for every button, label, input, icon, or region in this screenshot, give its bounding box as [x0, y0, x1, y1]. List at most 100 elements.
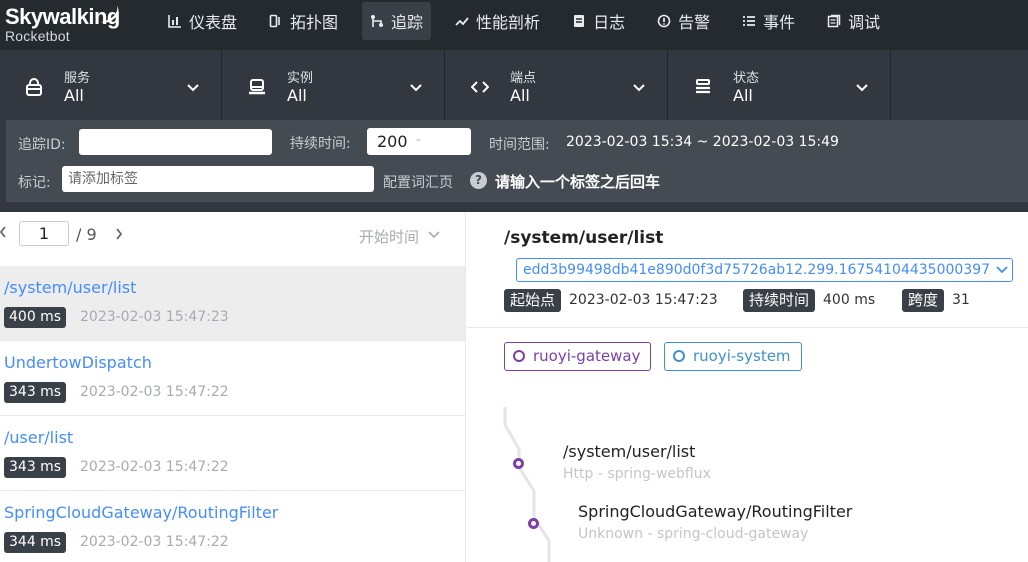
- service-color-ring-icon: [513, 350, 525, 362]
- nav-alarm-label: 告警: [678, 13, 711, 32]
- laptop-icon: [249, 79, 265, 95]
- start-time-value: 2023-02-03 15:47:23: [569, 292, 718, 308]
- pagination: 1 / 9 开始时间: [0, 212, 465, 256]
- nav-trace-label: 追踪: [391, 13, 424, 32]
- span-node-icon: [513, 458, 524, 469]
- nav-topology-label: 拓扑图: [290, 13, 339, 32]
- span-component: Http - spring-webflux: [563, 466, 711, 482]
- tags-input[interactable]: [62, 166, 374, 192]
- instance-filter-value: All: [287, 86, 307, 105]
- start-time-meta: 起始点 2023-02-03 15:47:23: [504, 289, 718, 312]
- trace-tree-connector: [503, 407, 551, 562]
- config-vocabulary-link[interactable]: 配置词汇页: [383, 172, 453, 192]
- alarm-icon: [657, 14, 671, 28]
- profile-icon: [455, 14, 469, 28]
- trace-time: 2023-02-03 15:47:22: [80, 534, 229, 550]
- trace-list-item[interactable]: /system/user/list 400 ms 2023-02-03 15:4…: [0, 266, 465, 341]
- service-filter-value: All: [64, 86, 84, 105]
- endpoint-filter[interactable]: 端点 All: [446, 50, 668, 120]
- service-name: ruoyi-gateway: [533, 347, 641, 365]
- chevron-down-icon: [633, 84, 645, 92]
- tag-hint: 请输入一个标签之后回车: [495, 173, 661, 191]
- logo-swoosh-icon: [101, 6, 119, 23]
- debug-icon: [827, 14, 841, 28]
- trace-name: UndertowDispatch: [4, 353, 152, 372]
- trace-list-item[interactable]: UndertowDispatch 343 ms 2023-02-03 15:47…: [0, 341, 465, 416]
- status-filter-value: All: [733, 86, 753, 105]
- span-name[interactable]: /system/user/list: [563, 442, 695, 461]
- trace-detail-panel: /system/user/list edd3b99498db41e890d0f3…: [467, 212, 1028, 562]
- duration-range-input[interactable]: 200 -: [367, 128, 471, 155]
- trace-duration-badge: 400 ms: [4, 307, 67, 328]
- nav-alarm[interactable]: 告警: [649, 2, 718, 40]
- service-toggle-ruoyi-system[interactable]: ruoyi-system: [664, 342, 802, 371]
- chevron-down-icon: [410, 84, 422, 92]
- service-name: ruoyi-system: [693, 347, 791, 365]
- trace-id-label: 追踪ID:: [18, 137, 66, 153]
- status-filter[interactable]: 状态 All: [669, 50, 891, 120]
- trace-name: SpringCloudGateway/RoutingFilter: [4, 503, 279, 522]
- log-icon: [572, 14, 586, 28]
- instance-filter[interactable]: 实例 All: [223, 50, 445, 120]
- chevron-down-icon: [187, 84, 199, 92]
- trace-list-item[interactable]: /user/list 343 ms 2023-02-03 15:47:22: [0, 416, 465, 491]
- nav-debug-label: 调试: [848, 13, 881, 32]
- logo-title: Skywalking: [5, 4, 120, 29]
- chevron-down-icon[interactable]: [428, 231, 440, 239]
- nav-dashboard[interactable]: 仪表盘: [160, 2, 245, 40]
- nav-event[interactable]: 事件: [734, 2, 803, 40]
- nav-log[interactable]: 日志: [564, 2, 633, 40]
- tags-label: 标记:: [18, 175, 51, 191]
- nav-topology[interactable]: 拓扑图: [261, 2, 346, 40]
- nav-profile[interactable]: 性能剖析: [447, 2, 548, 40]
- page-number-input[interactable]: 1: [19, 221, 69, 246]
- chevron-down-icon: [856, 84, 868, 92]
- chevron-right-icon[interactable]: [114, 227, 124, 241]
- nav-log-label: 日志: [593, 13, 626, 32]
- trace-time: 2023-02-03 15:47:22: [80, 384, 229, 400]
- trace-time: 2023-02-03 15:47:22: [80, 459, 229, 475]
- trace-duration-badge: 344 ms: [4, 532, 67, 553]
- sort-dropdown[interactable]: 开始时间: [359, 226, 419, 247]
- service-filter-label: 服务: [64, 71, 91, 86]
- logo-subtitle: Rocketbot: [5, 28, 70, 44]
- trace-duration-badge: 343 ms: [4, 457, 67, 478]
- topology-icon: [269, 14, 283, 28]
- span-name[interactable]: SpringCloudGateway/RoutingFilter: [578, 502, 852, 521]
- endpoint-filter-value: All: [510, 86, 530, 105]
- search-form: 追踪ID: 持续时间: 200 - 时间范围: 2023-02-03 15:34…: [6, 120, 1028, 202]
- trace-name: /user/list: [4, 428, 74, 447]
- span-count-label: 跨度: [902, 289, 945, 312]
- dashboard-icon: [168, 14, 182, 28]
- logo[interactable]: Skywalking Rocketbot: [5, 4, 145, 48]
- search-panel: 追踪ID: 持续时间: 200 - 时间范围: 2023-02-03 15:34…: [0, 120, 1028, 212]
- instance-filter-label: 实例: [287, 71, 314, 86]
- lock-icon: [26, 78, 42, 96]
- help-icon[interactable]: ?: [470, 172, 487, 189]
- nav-debug[interactable]: 调试: [819, 2, 888, 40]
- trace-list-panel: 1 / 9 开始时间 /system/user/list 400 ms 2023…: [0, 212, 466, 562]
- span-component: Unknown - spring-cloud-gateway: [578, 526, 809, 542]
- trace-time: 2023-02-03 15:47:23: [80, 309, 229, 325]
- service-filter[interactable]: 服务 All: [0, 50, 222, 120]
- time-range-value[interactable]: 2023-02-03 15:34 ~ 2023-02-03 15:49: [566, 134, 839, 150]
- service-toggle-ruoyi-gateway[interactable]: ruoyi-gateway: [504, 342, 652, 371]
- main-nav: 仪表盘 拓扑图 追踪 性能剖析 日志 告警 事件 调试: [160, 2, 904, 40]
- chevron-left-icon[interactable]: [0, 225, 8, 239]
- status-filter-label: 状态: [733, 71, 760, 86]
- nav-trace[interactable]: 追踪: [362, 2, 432, 40]
- trace-id-input[interactable]: [79, 129, 272, 155]
- stack-icon: [696, 79, 710, 94]
- trace-detail-title: /system/user/list: [504, 228, 664, 248]
- nav-dashboard-label: 仪表盘: [189, 13, 238, 32]
- code-icon: [471, 81, 489, 93]
- trace-id-value: edd3b99498db41e890d0f3d75726ab12.299.167…: [523, 262, 991, 278]
- trace-duration-badge: 343 ms: [4, 382, 67, 403]
- trace-id-select[interactable]: edd3b99498db41e890d0f3d75726ab12.299.167…: [516, 258, 1013, 282]
- span-count-value: 31: [952, 292, 970, 308]
- trace-list-item[interactable]: SpringCloudGateway/RoutingFilter 344 ms …: [0, 491, 465, 562]
- span-count-meta: 跨度 31: [902, 289, 970, 312]
- trace-list: /system/user/list 400 ms 2023-02-03 15:4…: [0, 266, 465, 562]
- service-color-ring-icon: [673, 350, 685, 362]
- start-time-label: 起始点: [504, 289, 562, 312]
